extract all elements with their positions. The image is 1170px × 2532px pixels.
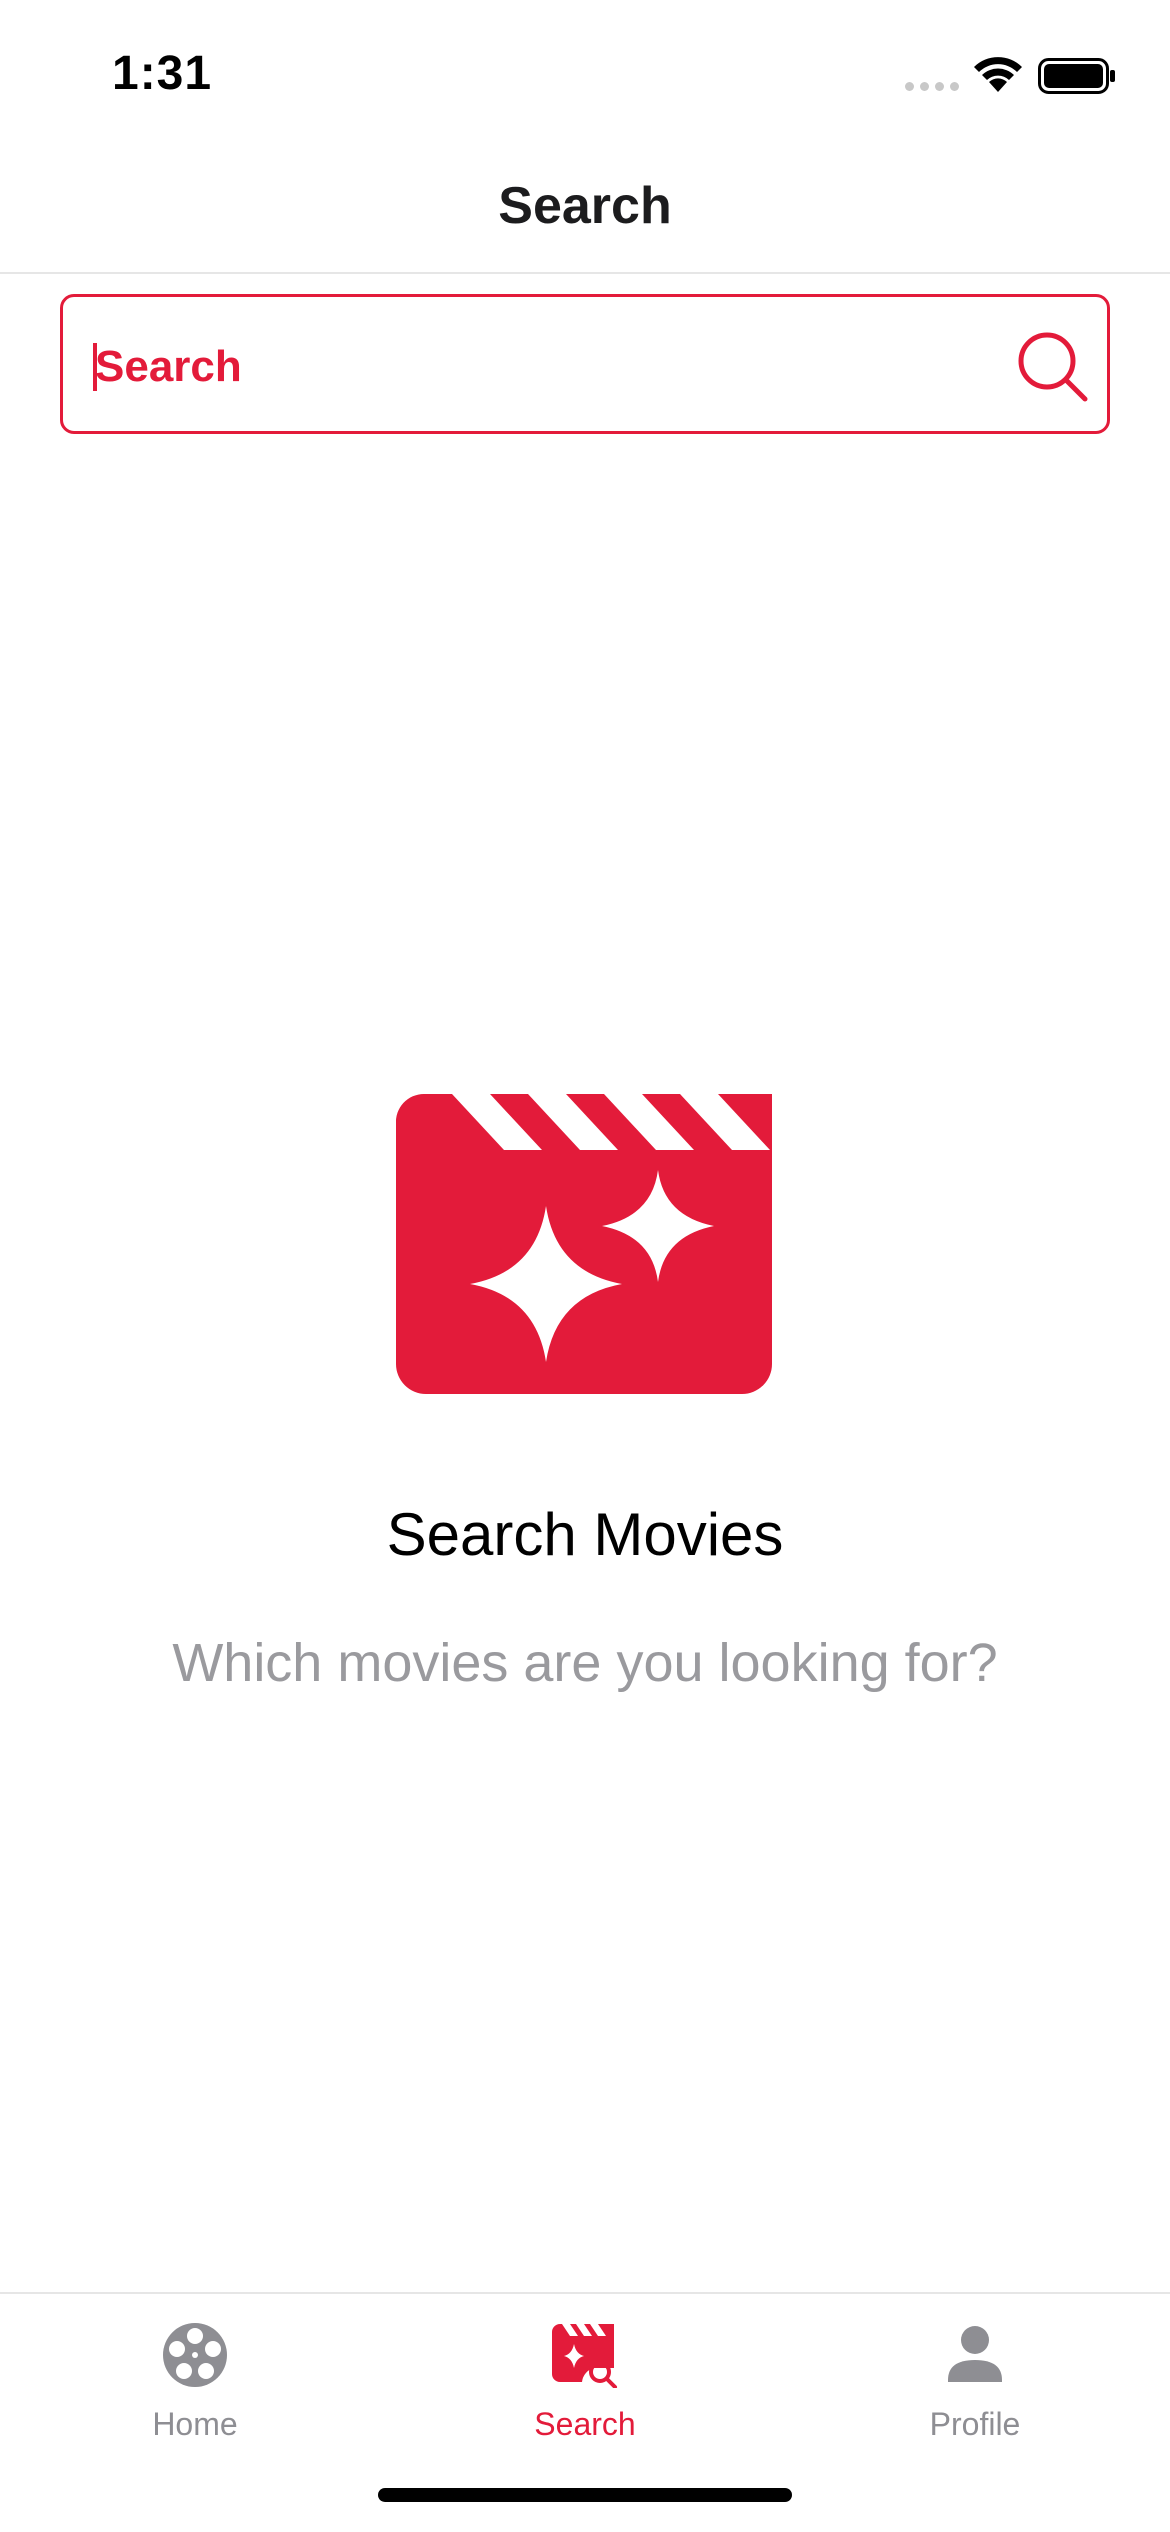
status-bar: 1:31	[0, 0, 1170, 140]
search-icon[interactable]	[1015, 329, 1091, 405]
film-reel-icon	[163, 2323, 227, 2387]
wifi-icon	[974, 57, 1022, 92]
tab-profile-label: Profile	[929, 2406, 1021, 2442]
tab-search[interactable]: Search	[390, 2294, 780, 2484]
tab-search-label: Search	[534, 2406, 636, 2442]
tab-home-label: Home	[152, 2406, 238, 2442]
person-icon	[948, 2326, 1002, 2382]
tab-home[interactable]: Home	[0, 2294, 390, 2484]
clapperboard-search-icon	[552, 2324, 617, 2388]
clapperboard-sparkle-icon	[396, 1094, 772, 1394]
status-time: 1:31	[112, 47, 213, 100]
signal-icon	[905, 82, 959, 91]
page-title: Search	[498, 177, 672, 235]
empty-state-subtitle: Which movies are you looking for?	[172, 1633, 998, 1693]
search-input[interactable]	[95, 327, 975, 407]
tab-profile[interactable]: Profile	[780, 2294, 1170, 2484]
home-indicator	[378, 2488, 792, 2502]
empty-state-title: Search Movies	[386, 1501, 784, 1568]
search-field[interactable]	[60, 294, 1110, 434]
nav-header: Search	[0, 140, 1170, 274]
battery-icon	[1038, 58, 1115, 94]
